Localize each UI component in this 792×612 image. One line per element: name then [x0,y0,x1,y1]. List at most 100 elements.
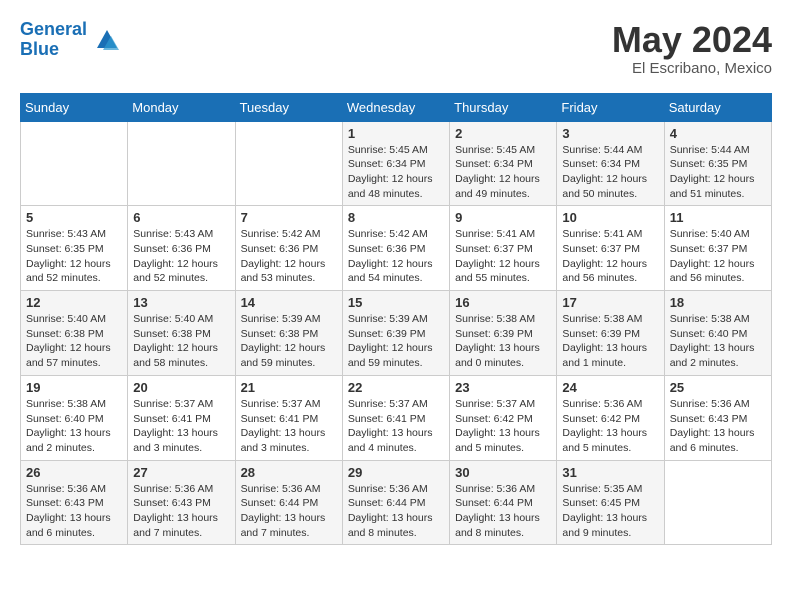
day-number: 11 [670,210,766,225]
day-cell: 21Sunrise: 5:37 AMSunset: 6:41 PMDayligh… [235,375,342,460]
day-cell: 27 Sunrise: 5:36 AMSunset: 6:43 PMDayligh… [128,460,235,545]
day-number: 14 [241,295,337,310]
day-cell: 6 Sunrise: 5:43 AMSunset: 6:36 PMDaylight… [128,206,235,291]
col-header-tuesday: Tuesday [235,93,342,121]
day-number: 28 [241,465,337,480]
day-number: 4 [670,126,766,141]
day-info: Sunrise: 5:39 AMSunset: 6:38 PMDaylight:… [241,312,337,371]
day-cell [235,121,342,206]
day-number: 16 [455,295,551,310]
day-cell [21,121,128,206]
day-info: Sunrise: 5:45 AMSunset: 6:34 PMDaylight:… [348,143,444,202]
day-info: Sunrise: 5:36 AMSunset: 6:44 PMDaylight:… [241,482,337,541]
day-info: Sunrise: 5:43 AMSunset: 6:35 PMDaylight:… [26,227,122,286]
day-info: Sunrise: 5:37 AMSunset: 6:41 PMDaylight:… [133,397,229,456]
day-number: 15 [348,295,444,310]
week-row-3: 12 Sunrise: 5:40 AMSunset: 6:38 PMDayligh… [21,291,772,376]
day-info: Sunrise: 5:38 AMSunset: 6:40 PMDaylight:… [670,312,766,371]
day-info: Sunrise: 5:44 AMSunset: 6:34 PMDaylight:… [562,143,658,202]
day-info: Sunrise: 5:41 AMSunset: 6:37 PMDaylight:… [562,227,658,286]
day-cell: 10 Sunrise: 5:41 AMSunset: 6:37 PMDayligh… [557,206,664,291]
day-cell: 15 Sunrise: 5:39 AMSunset: 6:39 PMDayligh… [342,291,449,376]
logo-icon [93,26,121,54]
day-info: Sunrise: 5:42 AMSunset: 6:36 PMDaylight:… [348,227,444,286]
day-cell: 1Sunrise: 5:45 AMSunset: 6:34 PMDaylight… [342,121,449,206]
day-number: 20 [133,380,229,395]
day-cell: 26Sunrise: 5:36 AMSunset: 6:43 PMDayligh… [21,460,128,545]
calendar-table: SundayMondayTuesdayWednesdayThursdayFrid… [20,93,772,546]
day-number: 3 [562,126,658,141]
week-row-1: 1Sunrise: 5:45 AMSunset: 6:34 PMDaylight… [21,121,772,206]
day-info: Sunrise: 5:36 AMSunset: 6:43 PMDaylight:… [133,482,229,541]
day-number: 9 [455,210,551,225]
day-cell: 22 Sunrise: 5:37 AMSunset: 6:41 PMDayligh… [342,375,449,460]
col-header-saturday: Saturday [664,93,771,121]
day-cell: 9 Sunrise: 5:41 AMSunset: 6:37 PMDaylight… [450,206,557,291]
day-cell: 5 Sunrise: 5:43 AMSunset: 6:35 PMDaylight… [21,206,128,291]
day-cell: 20 Sunrise: 5:37 AMSunset: 6:41 PMDayligh… [128,375,235,460]
day-info: Sunrise: 5:36 AMSunset: 6:42 PMDaylight:… [562,397,658,456]
day-number: 10 [562,210,658,225]
day-info: Sunrise: 5:43 AMSunset: 6:36 PMDaylight:… [133,227,229,286]
day-cell: 14 Sunrise: 5:39 AMSunset: 6:38 PMDayligh… [235,291,342,376]
day-number: 21 [241,380,337,395]
day-number: 13 [133,295,229,310]
day-number: 25 [670,380,766,395]
day-number: 19 [26,380,122,395]
day-cell: 13 Sunrise: 5:40 AMSunset: 6:38 PMDayligh… [128,291,235,376]
day-cell: 2 Sunrise: 5:45 AMSunset: 6:34 PMDaylight… [450,121,557,206]
day-cell: 16 Sunrise: 5:38 AMSunset: 6:39 PMDayligh… [450,291,557,376]
day-info: Sunrise: 5:36 AMSunset: 6:43 PMDaylight:… [670,397,766,456]
day-cell: 11 Sunrise: 5:40 AMSunset: 6:37 PMDayligh… [664,206,771,291]
day-info: Sunrise: 5:38 AMSunset: 6:39 PMDaylight:… [562,312,658,371]
day-cell: 3 Sunrise: 5:44 AMSunset: 6:34 PMDaylight… [557,121,664,206]
day-number: 12 [26,295,122,310]
day-number: 6 [133,210,229,225]
day-number: 22 [348,380,444,395]
day-info: Sunrise: 5:36 AMSunset: 6:43 PMDaylight:… [26,482,122,541]
day-info: Sunrise: 5:41 AMSunset: 6:37 PMDaylight:… [455,227,551,286]
col-header-thursday: Thursday [450,93,557,121]
day-info: Sunrise: 5:39 AMSunset: 6:39 PMDaylight:… [348,312,444,371]
day-cell: 24 Sunrise: 5:36 AMSunset: 6:42 PMDayligh… [557,375,664,460]
day-info: Sunrise: 5:38 AMSunset: 6:39 PMDaylight:… [455,312,551,371]
title-block: May 2024 El Escribano, Mexico [612,20,772,77]
day-cell: 4 Sunrise: 5:44 AMSunset: 6:35 PMDaylight… [664,121,771,206]
day-number: 27 [133,465,229,480]
day-info: Sunrise: 5:40 AMSunset: 6:37 PMDaylight:… [670,227,766,286]
col-header-monday: Monday [128,93,235,121]
day-cell: 25 Sunrise: 5:36 AMSunset: 6:43 PMDayligh… [664,375,771,460]
day-number: 24 [562,380,658,395]
day-info: Sunrise: 5:37 AMSunset: 6:42 PMDaylight:… [455,397,551,456]
logo: General Blue [20,20,121,60]
day-cell: 23 Sunrise: 5:37 AMSunset: 6:42 PMDayligh… [450,375,557,460]
day-cell [128,121,235,206]
calendar-body: 1Sunrise: 5:45 AMSunset: 6:34 PMDaylight… [21,121,772,545]
day-cell: 30Sunrise: 5:36 AMSunset: 6:44 PMDayligh… [450,460,557,545]
day-info: Sunrise: 5:35 AMSunset: 6:45 PMDaylight:… [562,482,658,541]
day-cell: 31 Sunrise: 5:35 AMSunset: 6:45 PMDayligh… [557,460,664,545]
day-info: Sunrise: 5:42 AMSunset: 6:36 PMDaylight:… [241,227,337,286]
day-number: 2 [455,126,551,141]
day-number: 31 [562,465,658,480]
day-cell: 8Sunrise: 5:42 AMSunset: 6:36 PMDaylight… [342,206,449,291]
col-header-sunday: Sunday [21,93,128,121]
day-info: Sunrise: 5:40 AMSunset: 6:38 PMDaylight:… [26,312,122,371]
month-title: May 2024 [612,20,772,60]
day-info: Sunrise: 5:44 AMSunset: 6:35 PMDaylight:… [670,143,766,202]
day-info: Sunrise: 5:37 AMSunset: 6:41 PMDaylight:… [348,397,444,456]
calendar-header-row: SundayMondayTuesdayWednesdayThursdayFrid… [21,93,772,121]
day-info: Sunrise: 5:36 AMSunset: 6:44 PMDaylight:… [348,482,444,541]
col-header-wednesday: Wednesday [342,93,449,121]
day-number: 7 [241,210,337,225]
day-number: 5 [26,210,122,225]
day-info: Sunrise: 5:40 AMSunset: 6:38 PMDaylight:… [133,312,229,371]
day-number: 23 [455,380,551,395]
day-cell [664,460,771,545]
day-cell: 12 Sunrise: 5:40 AMSunset: 6:38 PMDayligh… [21,291,128,376]
day-info: Sunrise: 5:45 AMSunset: 6:34 PMDaylight:… [455,143,551,202]
day-cell: 28 Sunrise: 5:36 AMSunset: 6:44 PMDayligh… [235,460,342,545]
col-header-friday: Friday [557,93,664,121]
location: El Escribano, Mexico [612,60,772,77]
day-cell: 7 Sunrise: 5:42 AMSunset: 6:36 PMDaylight… [235,206,342,291]
